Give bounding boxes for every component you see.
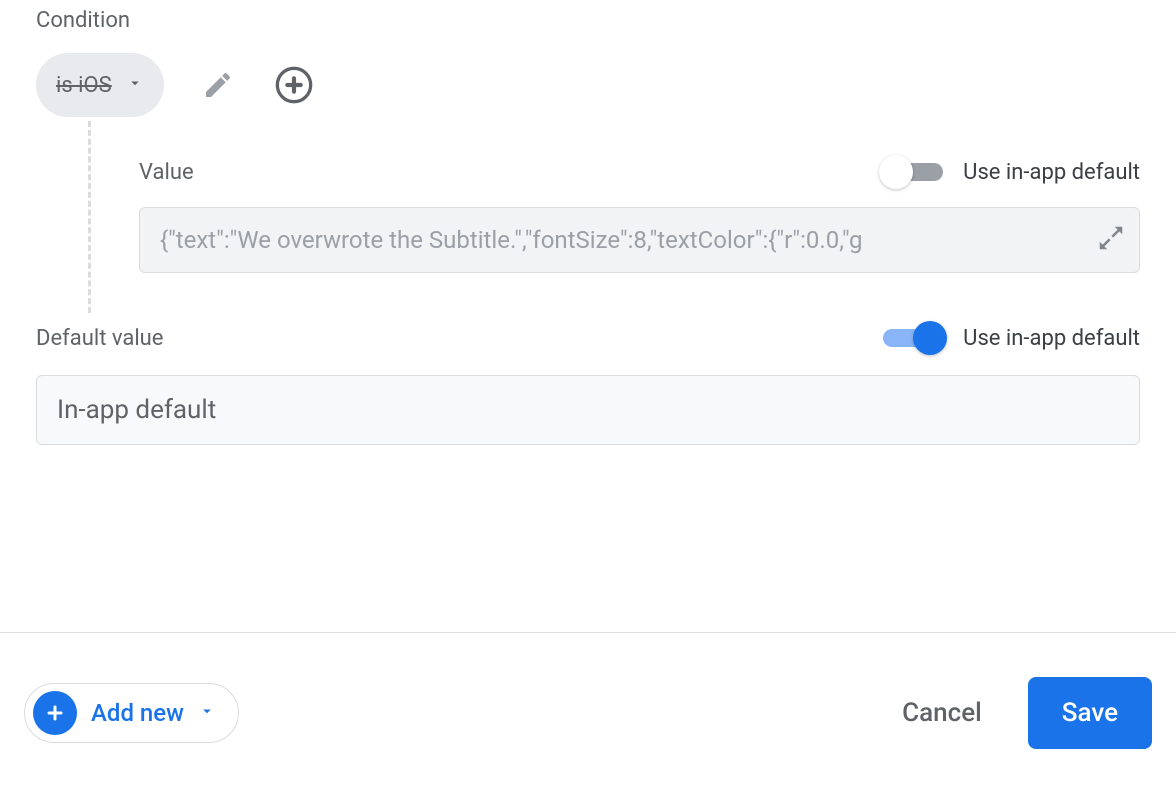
default-label: Default value — [36, 326, 163, 351]
value-input-wrap — [139, 207, 1140, 273]
footer: Add new Cancel Save — [0, 632, 1176, 792]
condition-heading: Condition — [36, 0, 1140, 53]
value-block: Value Use in-app default — [88, 121, 1140, 313]
default-value-input[interactable] — [36, 375, 1140, 445]
default-block: Default value Use in-app default — [36, 323, 1140, 445]
expand-icon[interactable] — [1096, 223, 1126, 257]
value-label: Value — [139, 160, 194, 185]
default-value-toggle[interactable] — [879, 323, 947, 353]
cancel-button[interactable]: Cancel — [896, 697, 988, 729]
footer-actions: Cancel Save — [896, 677, 1152, 749]
value-default-toggle[interactable] — [879, 157, 947, 187]
caret-down-icon — [198, 702, 216, 724]
value-input[interactable] — [139, 207, 1140, 273]
value-toggle-label: Use in-app default — [963, 160, 1140, 185]
add-circle-icon[interactable] — [272, 63, 316, 107]
default-toggle-label: Use in-app default — [963, 326, 1140, 351]
condition-chip-label: is iOS — [56, 73, 112, 98]
add-new-label: Add new — [91, 699, 184, 727]
plus-icon — [33, 691, 77, 735]
add-new-button[interactable]: Add new — [24, 683, 239, 743]
condition-row: is iOS — [36, 53, 1140, 117]
value-toggle-group: Use in-app default — [879, 157, 1140, 187]
caret-down-icon — [126, 74, 144, 96]
edit-icon[interactable] — [196, 63, 240, 107]
save-button[interactable]: Save — [1028, 677, 1152, 749]
condition-chip[interactable]: is iOS — [36, 53, 164, 117]
default-toggle-group: Use in-app default — [879, 323, 1140, 353]
